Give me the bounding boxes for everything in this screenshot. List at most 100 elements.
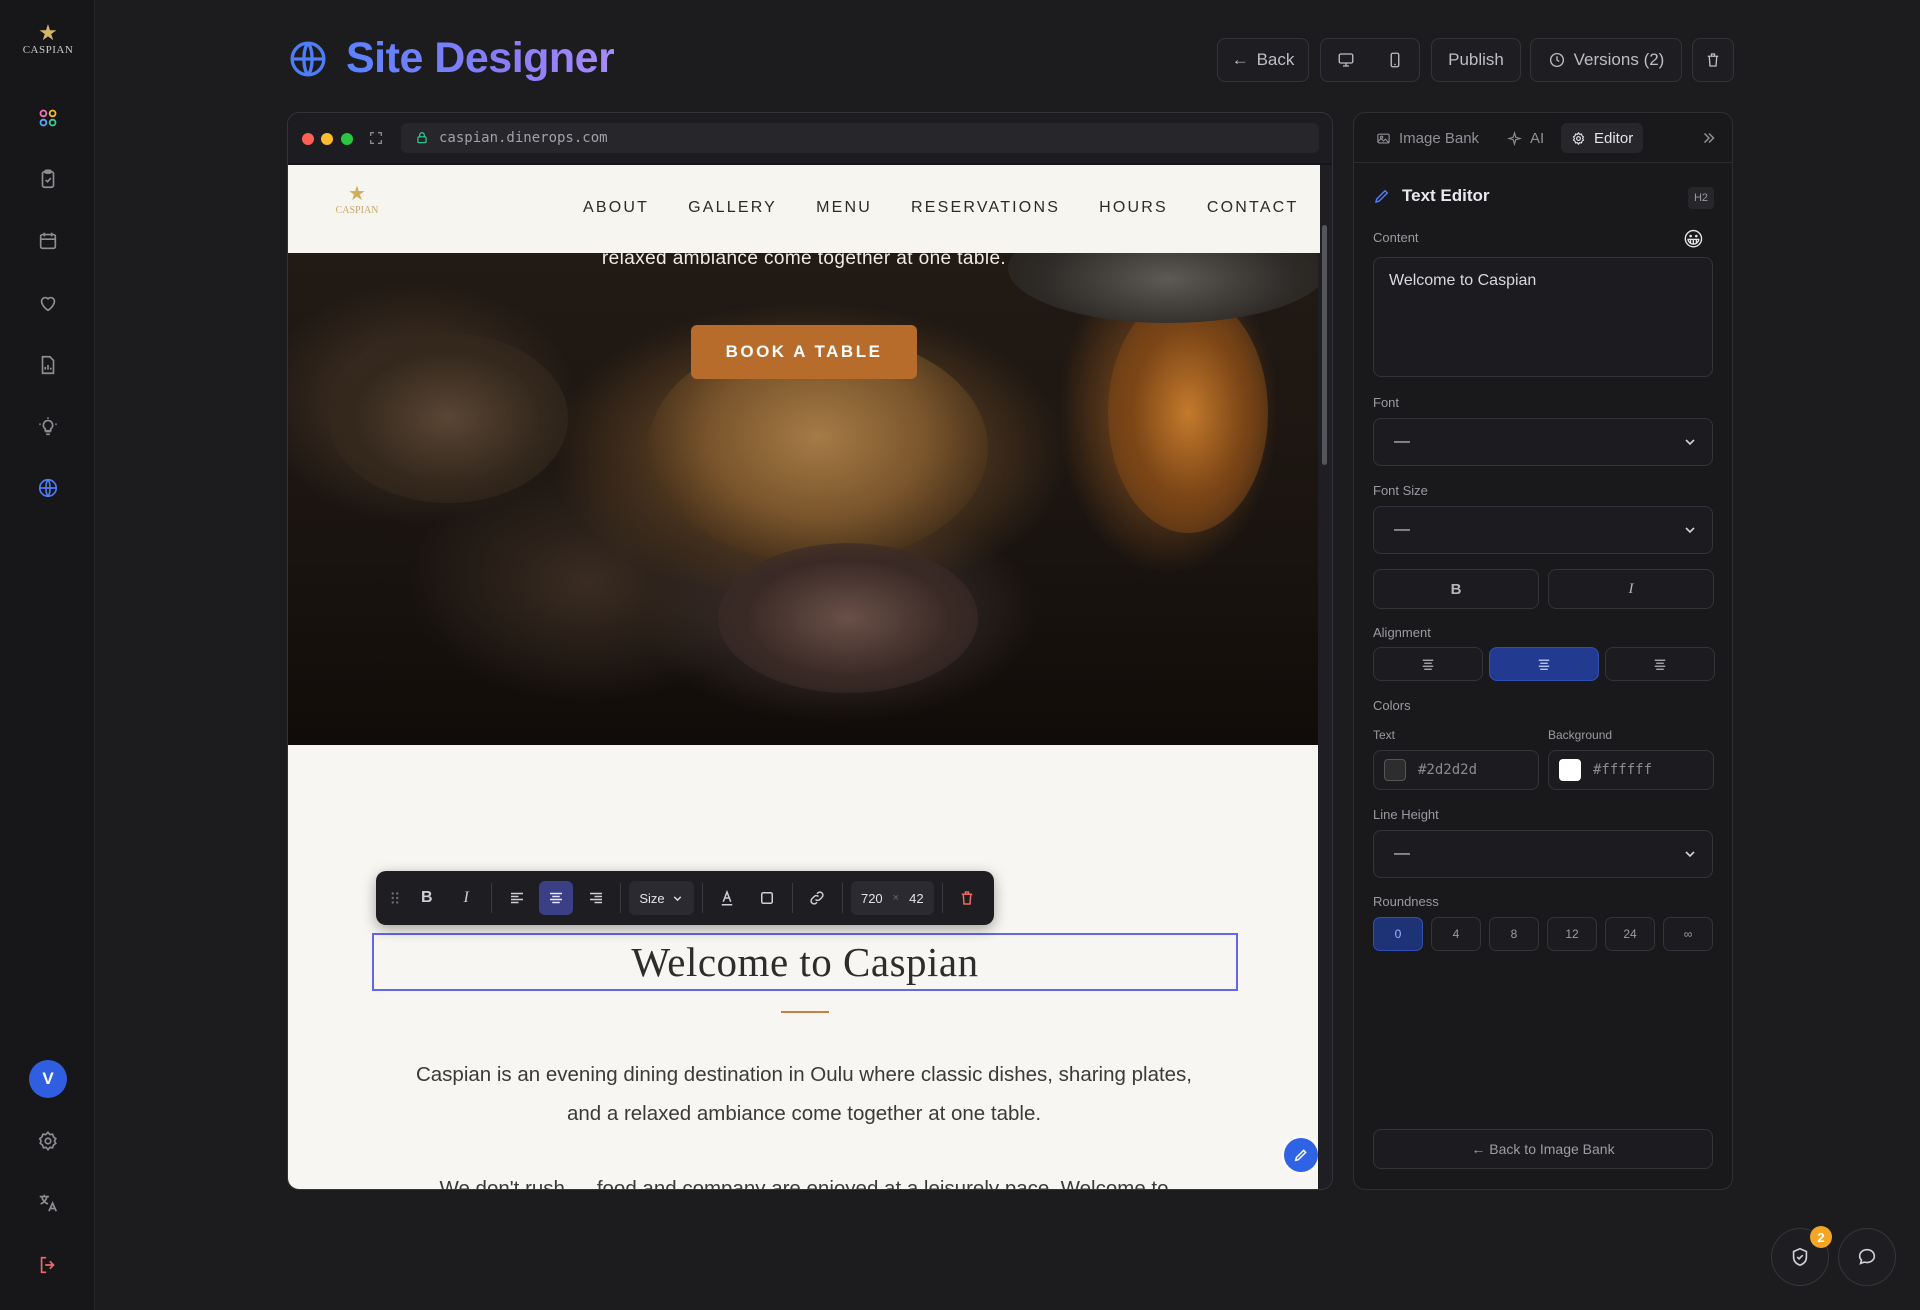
line-height-select[interactable]: — [1373, 830, 1713, 878]
heart-icon[interactable] [30, 285, 66, 321]
close-dot [302, 133, 314, 145]
format-toolbar: B I Size 720 × 42 [376, 871, 994, 925]
nav-link-gallery[interactable]: GALLERY [688, 199, 777, 217]
toolbar-divider [620, 883, 622, 913]
nav-link-contact[interactable]: CONTACT [1207, 199, 1299, 217]
selected-heading-block[interactable]: Welcome to Caspian [372, 933, 1238, 991]
align-right-button[interactable] [579, 881, 612, 915]
trash-icon [1707, 53, 1719, 67]
trash-icon [962, 891, 973, 905]
intro-paragraph[interactable]: Caspian is an evening dining destination… [348, 1055, 1260, 1133]
tab-image-bank[interactable]: Image Bank [1366, 123, 1489, 153]
intro-line-2: and a relaxed ambiance come together at … [566, 1102, 1042, 1125]
desktop-view-button[interactable] [1321, 38, 1370, 82]
bold-button[interactable]: B [410, 881, 443, 915]
collapse-panel-icon[interactable] [1700, 129, 1718, 147]
app-logo[interactable]: ★ CASPIAN [20, 22, 76, 72]
toolbar-divider [841, 883, 843, 913]
nav-link-about[interactable]: ABOUT [583, 199, 649, 217]
delete-button[interactable] [1692, 38, 1734, 82]
book-table-button[interactable]: BOOK A TABLE [691, 325, 917, 379]
versions-button[interactable]: Versions (2) [1530, 38, 1682, 82]
link-button[interactable] [801, 881, 834, 915]
panel-italic-button[interactable]: I [1548, 569, 1714, 609]
content-textarea[interactable]: Welcome to Caspian [1373, 257, 1713, 377]
alignment-label: Alignment [1373, 625, 1431, 640]
translate-icon[interactable] [30, 1185, 66, 1221]
panel-align-center-button[interactable] [1489, 647, 1599, 681]
hero-image[interactable]: relaxed ambiance come together at one ta… [288, 253, 1320, 745]
apps-icon[interactable] [30, 100, 66, 136]
sidebar: ★ CASPIAN V [0, 0, 95, 1310]
logout-icon[interactable] [30, 1247, 66, 1283]
nav-link-hours[interactable]: HOURS [1099, 199, 1168, 217]
nav-link-reservations[interactable]: RESERVATIONS [911, 199, 1060, 217]
url-bar[interactable]: caspian.dinerops.com [401, 123, 1319, 153]
roundness-12-button[interactable]: 12 [1547, 917, 1597, 951]
second-paragraph[interactable]: We don't rush — food and company are enj… [348, 1169, 1260, 1190]
italic-button[interactable]: I [449, 881, 482, 915]
tab-image-bank-label: Image Bank [1399, 129, 1480, 147]
width-value[interactable]: 720 [861, 891, 883, 906]
sparkle-icon [1507, 130, 1522, 146]
browser-preview: caspian.dinerops.com ★ CASPIAN ABOUT GAL… [287, 112, 1333, 1190]
size-select[interactable]: Size [629, 881, 694, 915]
align-left-button[interactable] [500, 881, 533, 915]
chat-button[interactable] [1838, 1228, 1896, 1286]
height-value[interactable]: 42 [909, 891, 923, 906]
align-center-button[interactable] [539, 881, 573, 915]
scrollbar-thumb[interactable] [1322, 225, 1327, 465]
drag-handle-icon[interactable] [386, 881, 404, 915]
panel-align-left-button[interactable] [1373, 647, 1483, 681]
delete-block-button[interactable] [951, 881, 984, 915]
expand-icon[interactable] [368, 130, 384, 146]
back-button[interactable]: ← Back [1217, 38, 1309, 82]
edit-floating-button[interactable] [1284, 1138, 1318, 1172]
emoji-icon[interactable]: 😀 [1683, 227, 1704, 252]
phone-icon [1390, 52, 1399, 68]
dimensions-field[interactable]: 720 × 42 [850, 881, 934, 915]
chevron-down-icon [1685, 527, 1695, 534]
welcome-heading[interactable]: Welcome to Caspian [631, 938, 978, 986]
background-color-value[interactable]: #ffffff [1593, 762, 1652, 778]
roundness-24-button[interactable]: 24 [1605, 917, 1655, 951]
border-button[interactable] [750, 881, 783, 915]
back-to-image-bank-button[interactable]: ← Back to Image Bank [1373, 1129, 1713, 1169]
font-select[interactable]: — [1373, 418, 1713, 466]
tab-editor[interactable]: Editor [1561, 123, 1644, 153]
toolbar-divider [701, 883, 703, 913]
second-paragraph-line: We don't rush — food and company are enj… [439, 1177, 1169, 1190]
hero-grill-shape [328, 333, 568, 503]
accent-divider [781, 1011, 829, 1013]
calendar-icon[interactable] [30, 223, 66, 259]
site-logo[interactable]: ★ CASPIAN [332, 183, 382, 229]
globe-icon[interactable] [30, 470, 66, 506]
text-color-swatch[interactable] [1384, 759, 1406, 781]
lightbulb-icon[interactable] [30, 409, 66, 445]
publish-button[interactable]: Publish [1431, 38, 1521, 82]
background-color-field[interactable]: #ffffff [1548, 750, 1714, 790]
roundness-label: Roundness [1373, 894, 1439, 909]
pencil-icon [1374, 189, 1389, 204]
roundness-8-button[interactable]: 8 [1489, 917, 1539, 951]
roundness-full-button[interactable]: ∞ [1663, 917, 1713, 951]
preview-scrollbar[interactable] [1318, 165, 1332, 1189]
clipboard-icon[interactable] [30, 161, 66, 197]
background-color-swatch[interactable] [1559, 759, 1581, 781]
roundness-0-button[interactable]: 0 [1373, 917, 1423, 951]
site-nav-links: ABOUT GALLERY MENU RESERVATIONS HOURS CO… [583, 199, 1298, 217]
tab-ai[interactable]: AI [1497, 123, 1554, 153]
tab-editor-label: Editor [1594, 129, 1634, 147]
panel-bold-button[interactable]: B [1373, 569, 1539, 609]
mobile-view-button[interactable] [1370, 38, 1419, 82]
text-color-field[interactable]: #2d2d2d [1373, 750, 1539, 790]
nav-link-menu[interactable]: MENU [816, 199, 872, 217]
font-size-select[interactable]: — [1373, 506, 1713, 554]
user-avatar[interactable]: V [29, 1060, 67, 1098]
text-color-value[interactable]: #2d2d2d [1418, 762, 1477, 778]
report-icon[interactable] [30, 347, 66, 383]
panel-align-right-button[interactable] [1605, 647, 1715, 681]
settings-icon[interactable] [30, 1123, 66, 1159]
roundness-4-button[interactable]: 4 [1431, 917, 1481, 951]
text-color-button[interactable] [711, 881, 744, 915]
